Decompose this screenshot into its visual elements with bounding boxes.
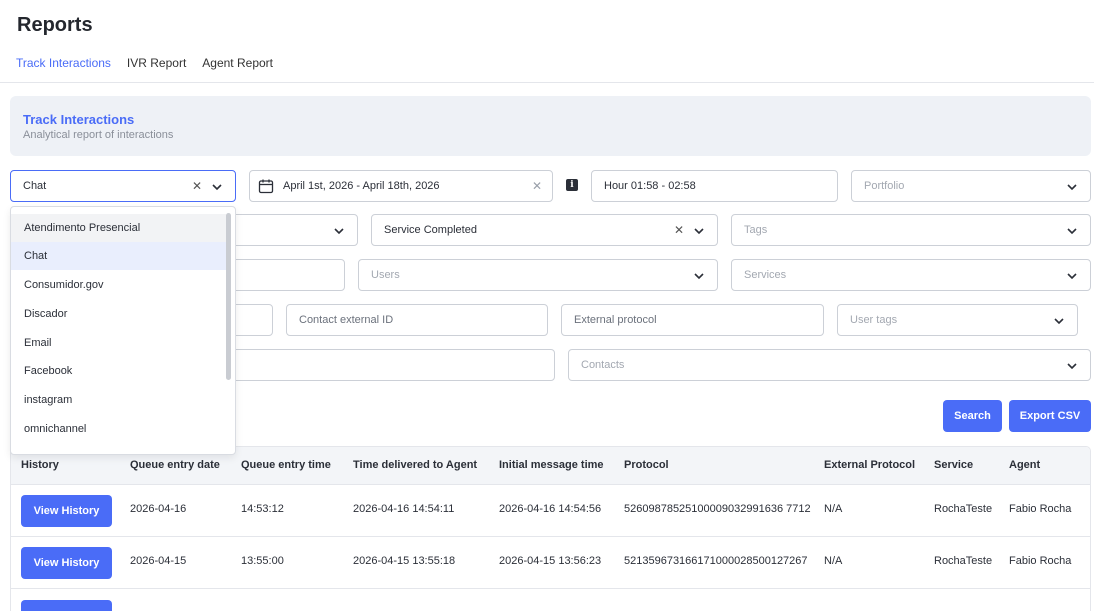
hour-field[interactable]: Hour 01:58 - 02:58 bbox=[591, 170, 838, 202]
table-row: View History 2026-04-15 13:55:00 2026-04… bbox=[11, 537, 1090, 589]
initial-message-time: 2026-04-16 14:54:56 bbox=[499, 503, 602, 515]
agent: Fabio Rocha bbox=[1009, 555, 1072, 567]
status-value: Service Completed bbox=[384, 224, 477, 236]
column-header: Queue entry date bbox=[130, 459, 220, 471]
queue-entry-date: 2026-04-16 bbox=[130, 503, 187, 515]
dropdown-option[interactable]: Facebook bbox=[11, 357, 226, 385]
tags-select[interactable]: Tags bbox=[731, 214, 1091, 246]
chevron-down-icon[interactable] bbox=[693, 270, 705, 282]
external-protocol: N/A bbox=[824, 555, 843, 567]
dropdown-option[interactable]: Email bbox=[11, 329, 226, 357]
column-header: History bbox=[21, 459, 59, 471]
view-history-button[interactable]: View History bbox=[21, 495, 112, 527]
date-range-value: April 1st, 2026 - April 18th, 2026 bbox=[283, 180, 440, 192]
chevron-down-icon[interactable] bbox=[211, 181, 223, 193]
contacts-select[interactable]: Contacts bbox=[568, 349, 1091, 381]
protocol: 521359673166171000028500127267 bbox=[624, 555, 808, 567]
section-banner: Track Interactions Analytical report of … bbox=[10, 96, 1091, 156]
tags-placeholder: Tags bbox=[744, 224, 768, 236]
time-delivered: 2026-04-16 14:54:11 bbox=[353, 503, 455, 515]
view-history-button[interactable] bbox=[21, 600, 112, 611]
chevron-down-icon[interactable] bbox=[1053, 315, 1065, 327]
queue-entry-date: 2026-04-15 bbox=[130, 555, 187, 567]
hour-value: Hour 01:58 - 02:58 bbox=[604, 180, 696, 192]
interactions-table: History Queue entry date Queue entry tim… bbox=[10, 446, 1091, 611]
clear-icon[interactable]: ✕ bbox=[674, 223, 684, 237]
protocol: 52609878525100009032991636 7712 bbox=[624, 503, 811, 515]
user-tags-placeholder: User tags bbox=[850, 314, 898, 326]
report-tabs: Track Interactions IVR Report Agent Repo… bbox=[10, 56, 283, 83]
users-select[interactable]: Users bbox=[358, 259, 718, 291]
export-csv-button[interactable]: Export CSV bbox=[1009, 400, 1091, 432]
channel-select[interactable]: Chat ✕ bbox=[10, 170, 236, 202]
services-select[interactable]: Services bbox=[731, 259, 1091, 291]
clear-icon[interactable]: ✕ bbox=[532, 179, 542, 193]
dropdown-option[interactable]: Atendimento Presencial bbox=[11, 214, 226, 242]
agent: Fabio Rocha bbox=[1009, 503, 1072, 515]
time-delivered: 2026-04-15 13:55:18 bbox=[353, 555, 456, 567]
info-icon[interactable]: i bbox=[566, 179, 578, 191]
portfolio-select[interactable]: Portfolio bbox=[851, 170, 1091, 202]
dropdown-option[interactable]: Discador bbox=[11, 300, 226, 328]
banner-subtitle: Analytical report of interactions bbox=[23, 129, 174, 141]
chevron-down-icon[interactable] bbox=[1066, 181, 1078, 193]
contact-external-id-placeholder: Contact external ID bbox=[299, 314, 394, 326]
chevron-down-icon[interactable] bbox=[1066, 270, 1078, 282]
column-header: Protocol bbox=[624, 459, 669, 471]
date-range-field[interactable]: April 1st, 2026 - April 18th, 2026 ✕ bbox=[249, 170, 553, 202]
service: RochaTeste bbox=[934, 555, 993, 567]
channel-dropdown-menu: Atendimento Presencial Chat Consumidor.g… bbox=[10, 206, 236, 455]
search-button[interactable]: Search bbox=[943, 400, 1002, 432]
queue-entry-time: 13:55:00 bbox=[241, 555, 284, 567]
chevron-down-icon[interactable] bbox=[1066, 225, 1078, 237]
users-placeholder: Users bbox=[371, 269, 400, 281]
chevron-down-icon[interactable] bbox=[333, 225, 345, 237]
dropdown-option[interactable]: omnichannel bbox=[11, 415, 226, 443]
dropdown-option[interactable]: Chat bbox=[11, 242, 226, 270]
table-row: View History 2026-04-16 14:53:12 2026-04… bbox=[11, 485, 1090, 537]
calendar-icon bbox=[258, 179, 274, 194]
service: RochaTeste bbox=[934, 503, 993, 515]
external-protocol-input[interactable]: External protocol bbox=[561, 304, 824, 336]
tabs-divider bbox=[0, 82, 1094, 83]
dropdown-scrollbar[interactable] bbox=[226, 213, 231, 380]
channel-select-value: Chat bbox=[23, 180, 47, 192]
initial-message-time: 2026-04-15 13:56:23 bbox=[499, 555, 602, 567]
banner-title: Track Interactions bbox=[23, 112, 135, 127]
contacts-placeholder: Contacts bbox=[581, 359, 625, 371]
column-header: External Protocol bbox=[824, 459, 916, 471]
column-header: Time delivered to Agent bbox=[353, 459, 478, 471]
tab-ivr-report[interactable]: IVR Report bbox=[121, 56, 192, 83]
column-header: Agent bbox=[1009, 459, 1041, 471]
tab-track-interactions[interactable]: Track Interactions bbox=[10, 56, 117, 83]
chevron-down-icon[interactable] bbox=[693, 225, 705, 237]
clear-icon[interactable]: ✕ bbox=[192, 179, 202, 193]
dropdown-option[interactable]: Consumidor.gov bbox=[11, 271, 226, 299]
contact-external-id-input[interactable]: Contact external ID bbox=[286, 304, 548, 336]
dropdown-option[interactable]: instagram bbox=[11, 386, 226, 414]
external-protocol: N/A bbox=[824, 503, 843, 515]
column-header: Service bbox=[934, 459, 974, 471]
view-history-button[interactable]: View History bbox=[21, 547, 112, 579]
status-select[interactable]: Service Completed ✕ bbox=[371, 214, 718, 246]
portfolio-placeholder: Portfolio bbox=[864, 180, 905, 192]
hidden-field-row5[interactable] bbox=[200, 349, 555, 381]
table-row bbox=[11, 589, 1090, 611]
column-header: Initial message time bbox=[499, 459, 604, 471]
external-protocol-placeholder: External protocol bbox=[574, 314, 657, 326]
column-header: Queue entry time bbox=[241, 459, 331, 471]
tab-agent-report[interactable]: Agent Report bbox=[196, 56, 279, 83]
user-tags-select[interactable]: User tags bbox=[837, 304, 1078, 336]
services-placeholder: Services bbox=[744, 269, 787, 281]
page-title: Reports bbox=[17, 14, 93, 36]
queue-entry-time: 14:53:12 bbox=[241, 503, 284, 515]
chevron-down-icon[interactable] bbox=[1066, 360, 1078, 372]
